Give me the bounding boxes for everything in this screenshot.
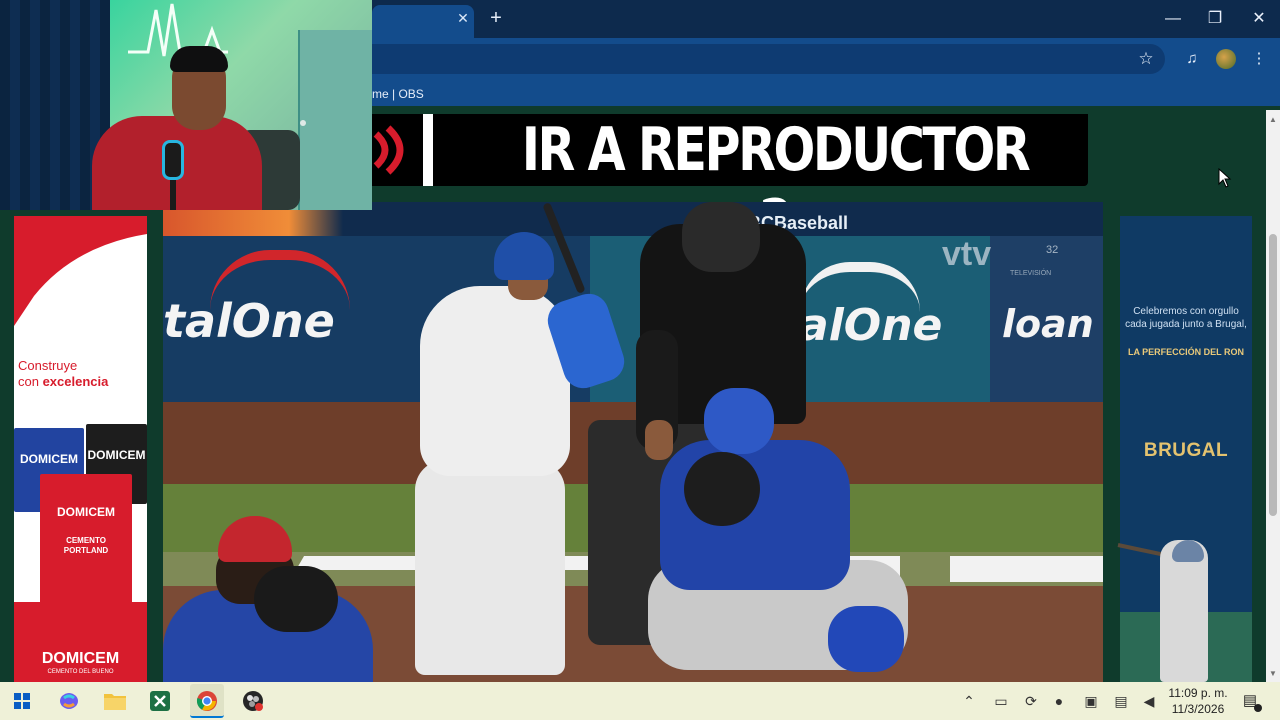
profile-avatar[interactable]: [1216, 49, 1236, 69]
streamer-hair: [170, 46, 228, 72]
bookmark-star-icon[interactable]: ☆: [1135, 48, 1157, 70]
screen: ✕ + — ❐ ✕ ☆ ♫ ⋮ me | OBS ▲ ▼ IR A REPROD…: [0, 0, 1280, 720]
channel-logo: vtv: [942, 235, 992, 273]
bag-brand: DOMICEM: [57, 505, 115, 519]
batters-box-line: [950, 556, 1103, 582]
scroll-up-arrow-icon[interactable]: ▲: [1266, 114, 1280, 126]
umpire-hand: [645, 420, 673, 460]
ad-left-subline: con excelencia: [18, 374, 109, 389]
copilot-icon[interactable]: [58, 690, 80, 712]
volume-icon[interactable]: ◀: [1138, 690, 1160, 712]
file-explorer-icon[interactable]: [104, 692, 126, 710]
bag-brand: DOMICEM: [87, 448, 146, 462]
windows-start-icon[interactable]: [14, 693, 30, 709]
scrollbar-thumb[interactable]: [1269, 234, 1277, 516]
microphone-icon: [162, 140, 184, 180]
catcher-mitt: [684, 452, 760, 526]
browser-menu-icon[interactable]: ⋮: [1248, 48, 1270, 70]
address-bar[interactable]: [372, 44, 1165, 74]
bag-brand: DOMICEM: [20, 452, 78, 466]
tray-chevron-icon[interactable]: ⌃: [958, 690, 980, 712]
tab-close-icon[interactable]: ✕: [455, 10, 471, 26]
ad-right-slogan: LA PERFECCIÓN DEL RON: [1127, 347, 1244, 357]
banner-label[interactable]: IR A REPRODUCTOR 2: [509, 114, 1042, 257]
channel-subtitle: TELEVISIÓN: [1010, 270, 1052, 277]
taskbar-clock-date[interactable]: 11/3/2026: [1163, 702, 1233, 717]
ad-left-brand: DOMICEM: [41, 650, 120, 667]
umpire-mask: [682, 202, 760, 272]
scroll-down-arrow-icon[interactable]: ▼: [1266, 668, 1280, 680]
ad-left-tagline: CEMENTO DEL BUENO: [47, 669, 114, 675]
new-tab-button[interactable]: +: [486, 8, 506, 28]
ad-right-brand: BRUGAL: [1143, 440, 1229, 461]
media-control-icon[interactable]: ♫: [1181, 48, 1203, 70]
restore-button[interactable]: ❐: [1200, 8, 1230, 30]
sponsor-right: loan: [1002, 302, 1094, 346]
banner-divider: [423, 114, 433, 186]
channel-number: 32: [1046, 244, 1059, 256]
microphone-tray-icon[interactable]: ●: [1048, 690, 1070, 712]
batter-legs: [415, 460, 565, 675]
minimize-button[interactable]: —: [1158, 8, 1188, 30]
ad-left-headline: Construye: [18, 358, 78, 373]
catcher-leg-guard: [828, 606, 904, 672]
bookmark-item-obs[interactable]: me | OBS: [372, 87, 424, 101]
pitcher-glove: [254, 566, 338, 632]
catcher-body: [660, 440, 850, 590]
excel-icon[interactable]: [150, 691, 170, 711]
mouse-cursor-icon: [1218, 168, 1232, 188]
catcher-helmet: [704, 388, 774, 454]
notification-badge: [1254, 704, 1262, 712]
bag-label: CEMENTO PORTLAND: [63, 536, 109, 555]
video-orange-signage: [163, 210, 343, 236]
ad-right-copy: Celebremos con orgullo cada jugada junto…: [1125, 306, 1247, 330]
chrome-icon[interactable]: [196, 690, 218, 712]
taskbar-clock-time[interactable]: 11:09 p. m.: [1163, 686, 1233, 701]
broadcast-icon: [372, 114, 422, 186]
sponsor-left: talOne: [163, 294, 335, 348]
webcam-door: [298, 30, 372, 210]
sync-icon[interactable]: ⟳: [1020, 690, 1042, 712]
webcam-door-knob: [300, 120, 306, 126]
obs-icon[interactable]: [242, 690, 264, 712]
close-window-button[interactable]: ✕: [1244, 8, 1274, 30]
screen-capture-icon[interactable]: ▣: [1080, 690, 1102, 712]
microphone-stand: [170, 178, 176, 210]
network-icon[interactable]: ▤: [1110, 690, 1132, 712]
battery-icon[interactable]: ▭: [990, 690, 1012, 712]
ad-swoosh-graphic: [14, 216, 147, 326]
